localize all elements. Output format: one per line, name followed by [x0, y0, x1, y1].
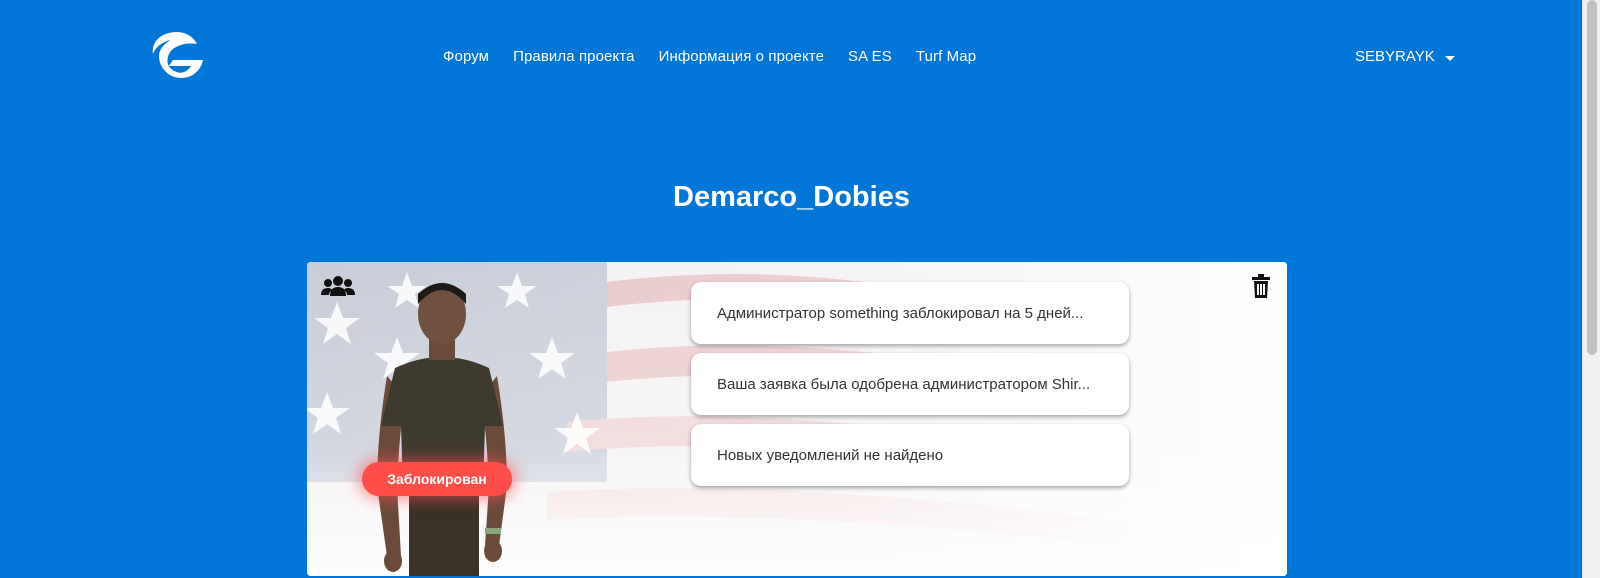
page-scrollbar[interactable]	[1582, 0, 1600, 578]
scrollbar-thumb[interactable]	[1587, 0, 1597, 355]
user-menu[interactable]: SEBYRAYK	[1355, 48, 1455, 65]
username: SEBYRAYK	[1355, 48, 1435, 65]
users-icon[interactable]	[321, 274, 355, 298]
project-logo-g-icon[interactable]	[147, 28, 205, 82]
trash-icon[interactable]	[1251, 274, 1271, 298]
notification-item[interactable]: Ваша заявка была одобрена администраторо…	[691, 353, 1129, 415]
page-title: Demarco_Dobies	[673, 181, 910, 213]
caret-down-icon	[1444, 55, 1455, 61]
nav-link-sa-es[interactable]: SA ES	[848, 48, 892, 65]
profile-card: Заблокирован Администратор something заб…	[307, 262, 1287, 576]
nav-link-forum[interactable]: Форум	[443, 48, 489, 65]
status-badge: Заблокирован	[362, 462, 512, 496]
notification-text: Администратор something заблокировал на …	[717, 304, 1084, 322]
notification-text: Новых уведомлений не найдено	[717, 446, 944, 464]
notification-item[interactable]: Администратор something заблокировал на …	[691, 282, 1129, 344]
notification-item[interactable]: Новых уведомлений не найдено	[691, 424, 1129, 486]
nav-link-info[interactable]: Информация о проекте	[659, 48, 824, 65]
main-nav: Форум Правила проекта Информация о проек…	[443, 48, 976, 65]
notifications-list: Администратор something заблокировал на …	[691, 282, 1129, 495]
page: Форум Правила проекта Информация о проек…	[0, 0, 1600, 578]
character-avatar	[377, 283, 507, 576]
nav-link-turf-map[interactable]: Turf Map	[916, 48, 976, 65]
nav-link-rules[interactable]: Правила проекта	[513, 48, 635, 65]
notification-text: Ваша заявка была одобрена администраторо…	[717, 375, 1091, 393]
